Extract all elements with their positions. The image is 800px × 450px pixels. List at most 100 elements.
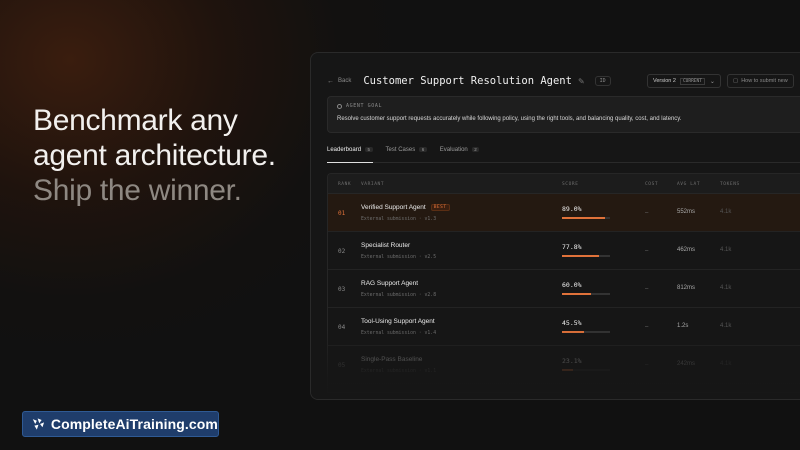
info-icon: ▢ (733, 78, 739, 84)
row-rank: 03 (338, 286, 346, 293)
row-tokens: 4.1k (720, 285, 732, 291)
row-score: 77.8% (562, 243, 582, 251)
arrow-left-icon: ← (327, 77, 334, 85)
row-cost: – (645, 324, 649, 330)
how-to-submit-label: How to submit new (741, 78, 788, 84)
column-tokens[interactable]: TOKENS (720, 182, 740, 187)
table-row[interactable]: 03 RAG Support Agent External submission… (328, 270, 800, 308)
row-latency: 462ms (677, 247, 696, 253)
row-latency: 812ms (677, 285, 696, 291)
table-header: RANK VARIANT SCORE COST AVG LAT TOKENS (328, 174, 800, 194)
score-bar (562, 369, 610, 371)
score-bar-fill (562, 255, 600, 257)
table-row[interactable]: 02 Specialist Router External submission… (328, 232, 800, 270)
row-name-wrap: Verified Support Agent BEST (361, 204, 450, 211)
column-cost[interactable]: COST (645, 182, 658, 187)
score-bar-fill (562, 369, 574, 371)
hero-line-2: agent architecture. (33, 139, 276, 172)
row-name: Single-Pass Baseline (361, 356, 423, 363)
row-score: 45.5% (562, 319, 582, 327)
row-subtitle: External submission · v1.3 (361, 217, 437, 222)
row-rank: 01 (338, 210, 346, 217)
tab-bar: Leaderboard 5 Test Cases 6 Evaluation 2 (327, 147, 800, 163)
brand-label: CompleteAiTraining.com (50, 416, 218, 432)
row-subtitle: External submission · v2.8 (361, 293, 437, 298)
row-tokens: 4.1k (720, 323, 732, 329)
tab-label: Test Cases (385, 147, 416, 153)
top-bar: ← Back Customer Support Resolution Agent… (327, 73, 800, 89)
tab-label: Leaderboard (327, 147, 362, 153)
tab-test-cases[interactable]: Test Cases 6 (386, 147, 427, 163)
hero-line-1: Benchmark any (33, 104, 238, 137)
version-selector[interactable]: Version 2 CURRENT ⌄ (647, 74, 721, 88)
current-badge: CURRENT (679, 77, 705, 85)
leaderboard-table: RANK VARIANT SCORE COST AVG LAT TOKENS 0… (327, 173, 800, 393)
row-name-wrap: Tool-Using Support Agent (361, 318, 435, 325)
row-score: 60.0% (562, 281, 582, 289)
row-tokens: 4.1k (720, 247, 732, 253)
hero-headline: Benchmark any agent architecture. Ship t… (33, 103, 276, 208)
row-name-wrap: Specialist Router (361, 242, 410, 249)
tab-leaderboard[interactable]: Leaderboard 5 (327, 147, 373, 163)
best-badge: BEST (430, 204, 450, 211)
score-bar (562, 255, 610, 257)
row-score: 23.1% (562, 357, 582, 365)
row-subtitle: External submission · v2.5 (361, 255, 437, 260)
target-icon (337, 103, 342, 109)
column-latency[interactable]: AVG LAT (677, 182, 700, 187)
row-tokens: 4.1k (720, 209, 732, 215)
tab-count: 2 (471, 147, 480, 152)
version-label: Version 2 (653, 78, 676, 84)
back-button[interactable]: ← Back (327, 78, 351, 85)
row-cost: – (645, 362, 649, 368)
app-window: ← Back Customer Support Resolution Agent… (310, 52, 800, 400)
row-name-wrap: RAG Support Agent (361, 280, 418, 287)
row-subtitle: External submission · v1.4 (361, 331, 437, 336)
row-rank: 02 (338, 248, 346, 255)
table-row[interactable]: 05 Single-Pass Baseline External submiss… (328, 346, 800, 384)
id-chip-label: ID (599, 78, 606, 84)
table-row[interactable]: 04 Tool-Using Support Agent External sub… (328, 308, 800, 346)
column-variant[interactable]: VARIANT (361, 182, 384, 187)
row-name: Tool-Using Support Agent (361, 318, 435, 325)
row-rank: 04 (338, 324, 346, 331)
score-bar-fill (562, 331, 584, 333)
row-cost: – (645, 286, 649, 292)
tab-count: 5 (365, 147, 373, 152)
page-title: Customer Support Resolution Agent (363, 75, 572, 87)
tab-evaluation[interactable]: Evaluation 2 (440, 147, 480, 163)
column-score[interactable]: SCORE (562, 182, 579, 187)
agent-goal-heading: AGENT GOAL (337, 103, 791, 109)
agent-goal-label: AGENT GOAL (346, 103, 383, 109)
id-chip[interactable]: ID (594, 76, 611, 86)
brand-badge[interactable]: CompleteAiTraining.com (22, 411, 219, 437)
score-bar-fill (562, 293, 591, 295)
tab-label: Evaluation (439, 147, 468, 153)
row-name: RAG Support Agent (361, 280, 419, 287)
row-tokens: 4.1k (720, 361, 732, 367)
score-bar-fill (562, 217, 605, 219)
row-latency: 242ms (677, 361, 696, 367)
table-row[interactable]: 01 Verified Support Agent BEST External … (328, 194, 800, 232)
how-to-submit-button[interactable]: ▢ How to submit new (727, 74, 794, 88)
row-name: Verified Support Agent (361, 204, 426, 211)
row-score: 89.0% (562, 205, 582, 213)
hero-line-3: Ship the winner. (33, 174, 242, 207)
agent-goal-text: Resolve customer support requests accura… (337, 116, 682, 122)
row-name: Specialist Router (361, 242, 411, 249)
row-latency: 1.2s (677, 323, 689, 329)
score-bar (562, 293, 610, 295)
row-cost: – (645, 248, 649, 254)
row-latency: 552ms (677, 209, 696, 215)
tab-count: 6 (419, 147, 427, 152)
pencil-icon[interactable]: ✎ (578, 77, 585, 86)
row-cost: – (645, 210, 649, 216)
score-bar (562, 217, 610, 219)
back-label: Back (338, 78, 352, 84)
chevron-down-icon: ⌄ (709, 78, 715, 85)
score-bar (562, 331, 610, 333)
row-name-wrap: Single-Pass Baseline (361, 356, 422, 363)
column-rank[interactable]: RANK (338, 182, 351, 187)
row-rank: 05 (338, 362, 346, 369)
row-subtitle: External submission · v1.1 (361, 369, 437, 374)
